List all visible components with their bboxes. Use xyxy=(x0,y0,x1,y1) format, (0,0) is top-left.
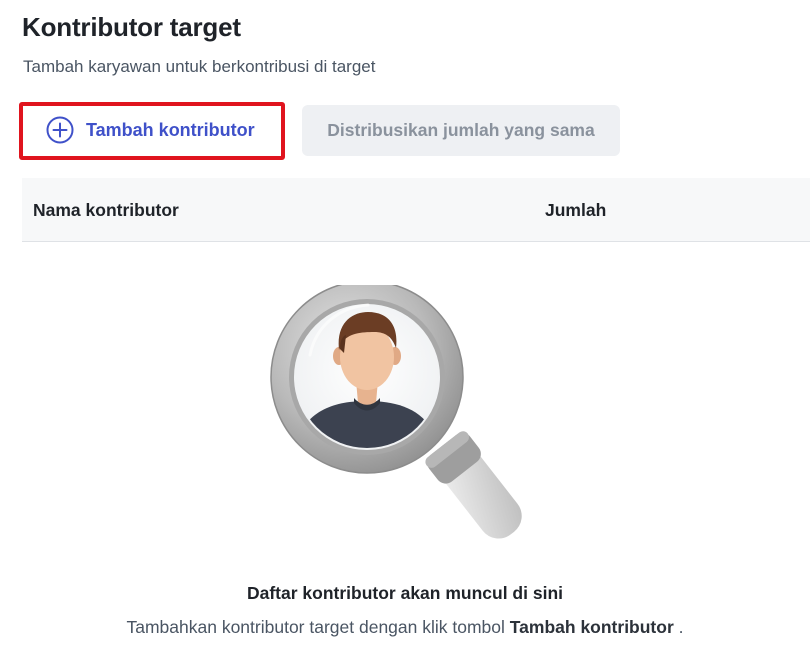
empty-state-description: Tambahkan kontributor target dengan klik… xyxy=(0,617,810,638)
column-header-amount: Jumlah xyxy=(545,200,607,220)
page-title: Kontributor target xyxy=(22,12,241,42)
column-header-name: Nama kontributor xyxy=(33,200,179,220)
page-subtitle: Tambah karyawan untuk berkontribusi di t… xyxy=(23,57,376,76)
empty-state-title: Daftar kontributor akan muncul di sini xyxy=(246,583,563,603)
empty-state-description-emphasis: Tambah kontributor xyxy=(509,617,674,637)
distribute-equal-button[interactable]: Distribusikan jumlah yang sama xyxy=(302,105,620,156)
empty-state-description-prefix: Tambahkan kontributor target dengan klik… xyxy=(126,617,505,637)
table-header: Nama kontributor Jumlah xyxy=(22,178,810,242)
add-contributor-label: Tambah kontributor xyxy=(86,119,255,140)
contributor-target-page: Kontributor target Tambah karyawan untuk… xyxy=(0,0,810,653)
empty-state-description-suffix: . xyxy=(678,617,684,637)
plus-circle-icon xyxy=(46,116,74,144)
add-contributor-button[interactable]: Tambah kontributor xyxy=(30,108,269,152)
magnifier-person-icon xyxy=(270,285,522,539)
